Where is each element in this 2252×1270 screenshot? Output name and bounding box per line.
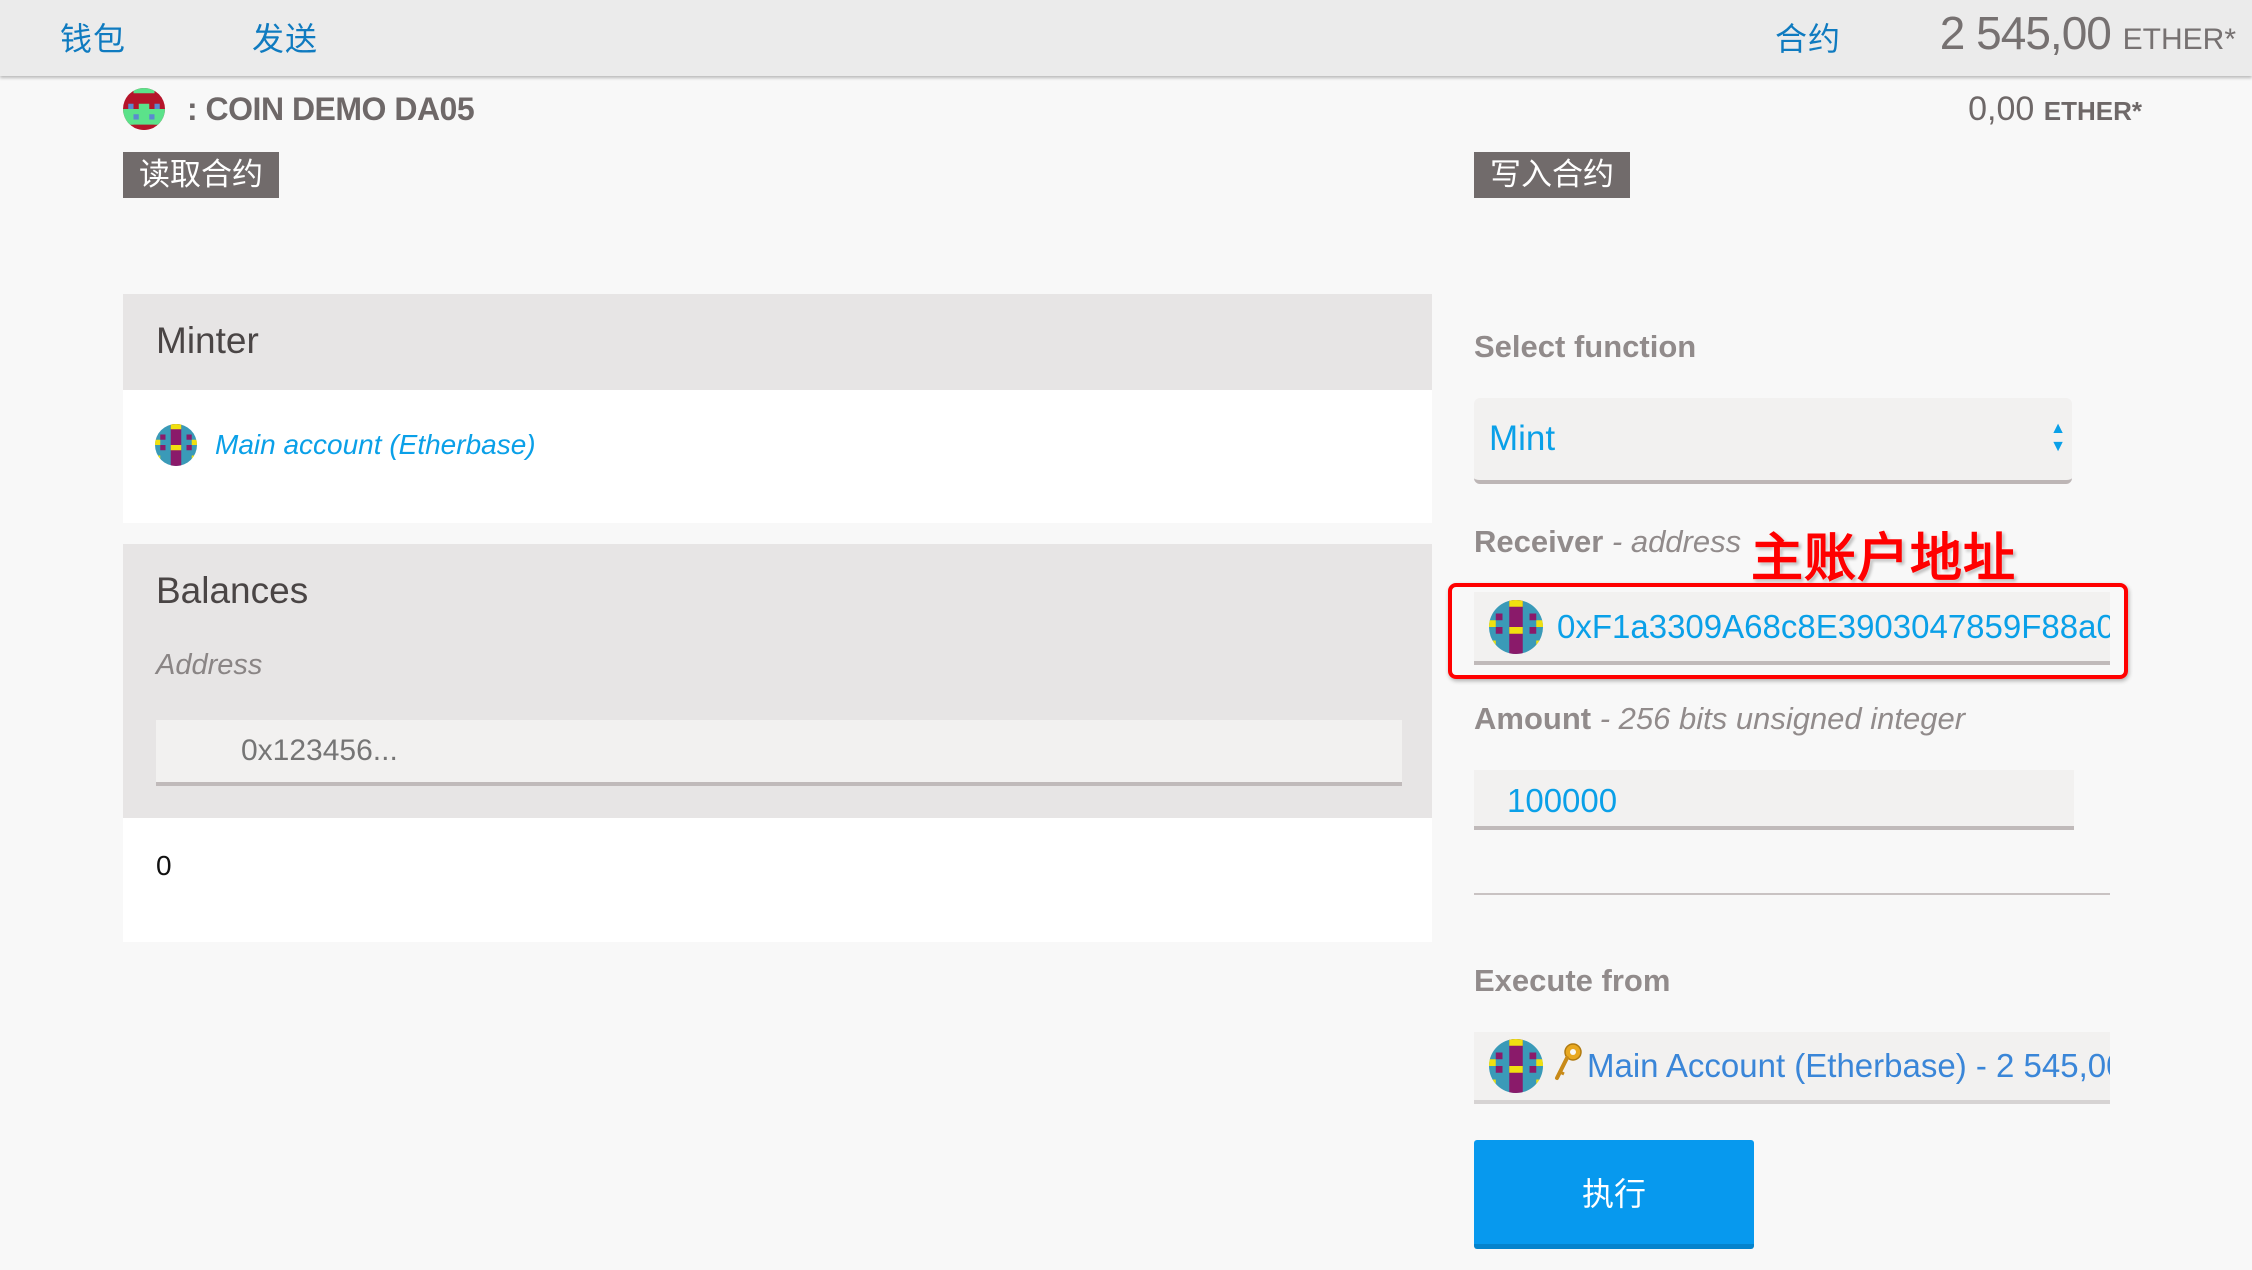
read-contract-tag: 读取合约 [123, 152, 279, 198]
contract-balance: 0,00 ETHER* [1968, 90, 2142, 129]
account-identicon-icon [155, 424, 197, 466]
receiver-hint: - address [1603, 524, 1742, 559]
amount-label: Amount - 256 bits unsigned integer [1474, 701, 1965, 737]
nav-contracts[interactable]: 合约 [1775, 14, 1841, 60]
contract-balance-value: 0,00 [1968, 90, 2035, 128]
select-arrows-icon: ▲ ▼ [2050, 420, 2066, 455]
top-nav-bar: 钱包 发送 合约 2 545,00 ETHER* [0, 0, 2252, 76]
balances-address-label: Address [156, 649, 263, 681]
execute-from-value: Main Account (Etherbase) - 2 545,00 [1587, 1047, 2110, 1084]
contract-title: : COIN DEMO DA05 [187, 90, 475, 127]
amount-value: 100000 [1507, 782, 1618, 819]
total-balance-unit: ETHER* [2122, 23, 2236, 56]
total-balance-value: 2 545,00 [1939, 7, 2112, 59]
key-icon [1553, 1042, 1583, 1090]
contract-identicon-icon [123, 88, 165, 130]
receiver-label: Receiver - address [1474, 524, 1741, 560]
annotation-main-account-address: 主账户地址 [1751, 529, 2017, 589]
function-select-value: Mint [1489, 419, 1556, 458]
minter-card-header: Minter [123, 294, 1432, 390]
execute-from-label: Execute from [1474, 963, 1671, 998]
minter-account[interactable]: Main account (Etherbase) [155, 424, 536, 466]
contract-balance-unit: ETHER* [2043, 96, 2142, 126]
minter-title: Minter [156, 320, 259, 361]
nav-send[interactable]: 发送 [252, 14, 318, 60]
amount-input[interactable]: 100000 [1474, 770, 2074, 830]
amount-label-text: Amount [1474, 701, 1592, 736]
nav-wallet[interactable]: 钱包 [60, 14, 126, 60]
balance-result: 0 [156, 850, 172, 881]
amount-hint: - 256 bits unsigned integer [1591, 701, 1966, 736]
receiver-label-text: Receiver [1474, 524, 1604, 559]
execute-from-identicon-icon [1489, 1039, 1543, 1093]
select-function-label: Select function [1474, 329, 1697, 364]
annotation-highlight-box [1448, 583, 2128, 679]
contract-header: : COIN DEMO DA05 [123, 88, 475, 130]
write-contract-tag: 写入合约 [1474, 152, 1630, 198]
balances-card-header: Balances Address [123, 544, 1432, 818]
divider [1474, 893, 2110, 895]
function-select[interactable]: Mint ▲ ▼ [1474, 398, 2072, 484]
balances-card-body: 0 [123, 818, 1432, 942]
execute-button[interactable]: 执行 [1474, 1140, 1754, 1249]
total-balance: 2 545,00 ETHER* [1940, 6, 2236, 60]
execute-from-select[interactable]: Main Account (Etherbase) - 2 545,00 [1474, 1032, 2110, 1104]
balances-address-input[interactable] [156, 720, 1402, 786]
minter-account-link[interactable]: Main account (Etherbase) [215, 429, 536, 461]
balances-title: Balances [156, 570, 309, 611]
minter-card-body: Main account (Etherbase) [123, 390, 1432, 523]
